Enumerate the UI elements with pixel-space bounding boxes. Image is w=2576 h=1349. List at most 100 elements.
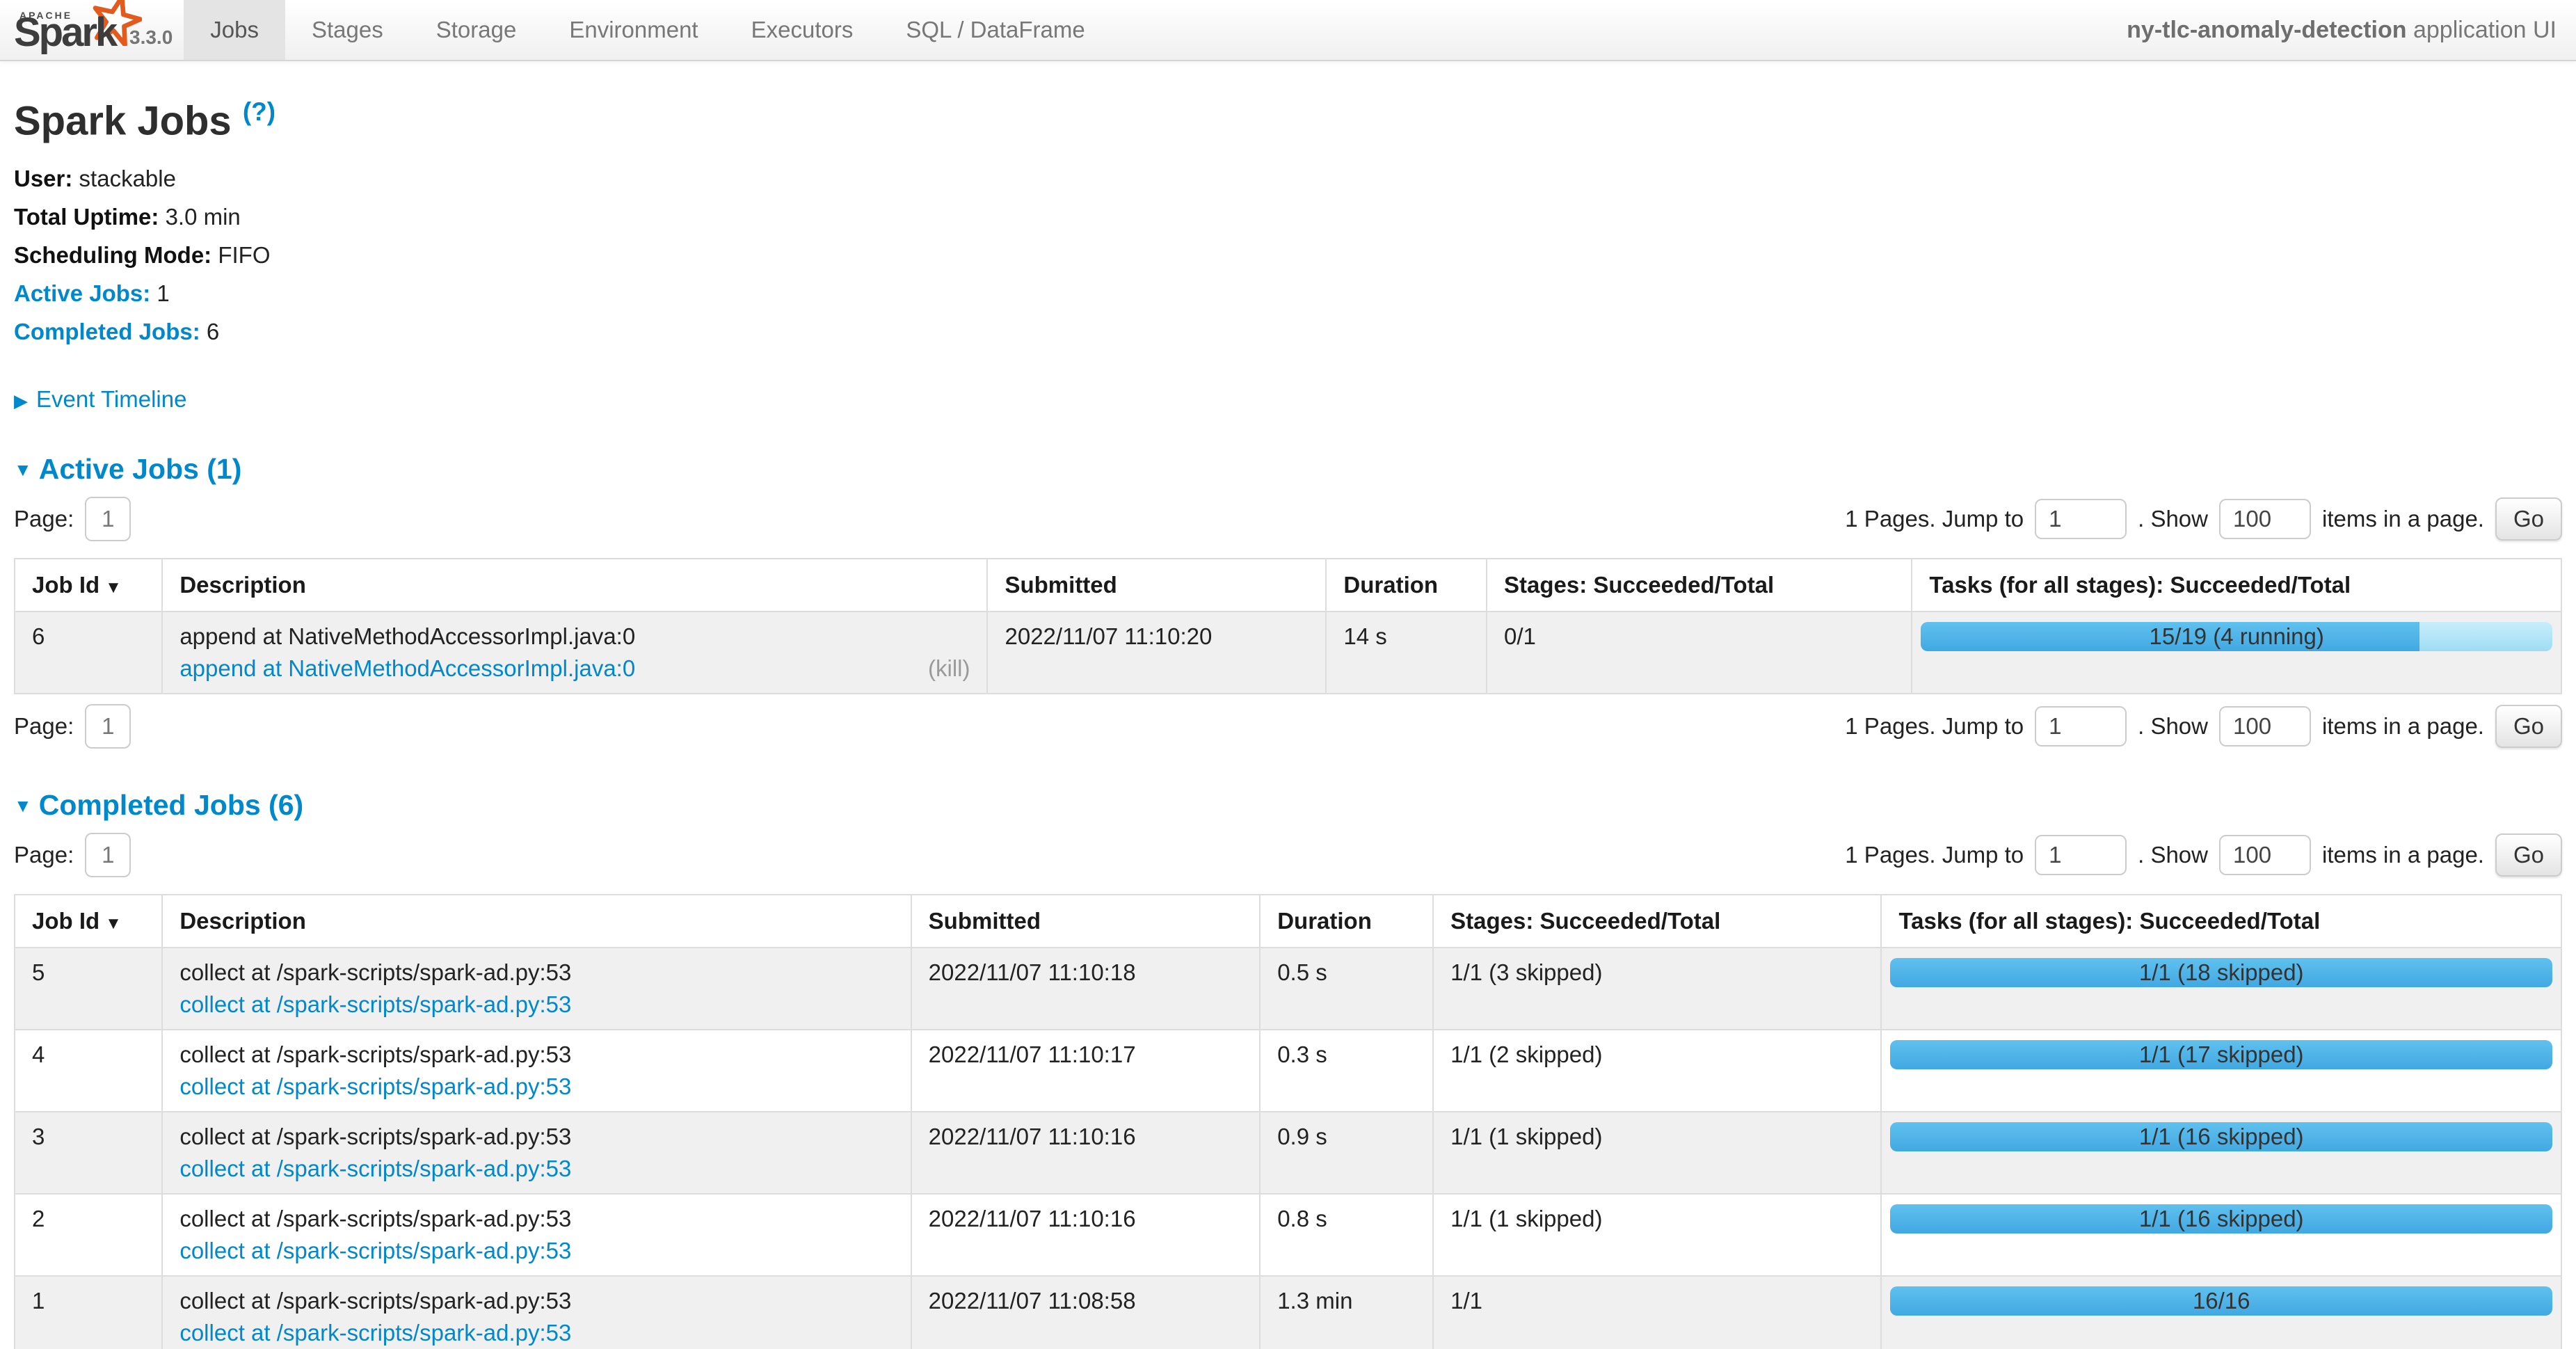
items-per-page-input[interactable]: [2219, 835, 2311, 875]
items-in-page-text: items in a page.: [2322, 506, 2484, 532]
job-duration-cell: 0.3 s: [1260, 1030, 1433, 1112]
page-selector: Page:: [14, 833, 131, 877]
go-button[interactable]: Go: [2495, 705, 2562, 748]
summary-scheduling-label: Scheduling Mode:: [14, 242, 211, 268]
summary-scheduling-mode: Scheduling Mode: FIFO: [14, 241, 2562, 269]
items-per-page-input[interactable]: [2219, 499, 2311, 539]
tab-sql-dataframe[interactable]: SQL / DataFrame: [879, 0, 1111, 60]
active-jobs-table: Job Id▼ Description Submitted Duration S…: [14, 558, 2562, 694]
application-name: ny-tlc-anomaly-detection: [2127, 17, 2406, 43]
summary-active-jobs-value: 1: [157, 280, 169, 306]
collapse-arrow-right-icon: ▶: [14, 390, 28, 412]
job-id-cell: 3: [15, 1112, 162, 1194]
job-description-link[interactable]: collect at /spark-scripts/spark-ad.py:53: [179, 1318, 571, 1348]
section-completed-jobs-heading[interactable]: ▼Completed Jobs (6): [14, 789, 2562, 822]
job-submitted-cell: 2022/11/07 11:10:18: [911, 948, 1261, 1030]
section-active-jobs-heading[interactable]: ▼Active Jobs (1): [14, 453, 2562, 486]
job-description-link[interactable]: collect at /spark-scripts/spark-ad.py:53: [179, 1154, 571, 1183]
active-jobs-pagination-bottom: Page: 1 Pages. Jump to . Show items in a…: [14, 704, 2562, 749]
header-stages[interactable]: Stages: Succeeded/Total: [1487, 559, 1912, 612]
task-progress-bar: 1/1 (18 skipped): [1890, 958, 2552, 987]
job-description-link[interactable]: collect at /spark-scripts/spark-ad.py:53: [179, 1072, 571, 1101]
jump-to-page-input[interactable]: [2035, 499, 2127, 539]
summary-uptime-value: 3.0 min: [166, 204, 241, 230]
job-description-link[interactable]: collect at /spark-scripts/spark-ad.py:53: [179, 990, 571, 1019]
job-id-cell: 5: [15, 948, 162, 1030]
job-stages-cell: 1/1 (2 skipped): [1433, 1030, 1881, 1112]
job-duration-cell: 0.9 s: [1260, 1112, 1433, 1194]
job-stages-cell: 1/1 (1 skipped): [1433, 1112, 1881, 1194]
job-description-text: collect at /spark-scripts/spark-ad.py:53: [179, 1286, 893, 1316]
event-timeline-label: Event Timeline: [36, 386, 186, 412]
job-duration-cell: 0.8 s: [1260, 1194, 1433, 1276]
jump-to-page-input[interactable]: [2035, 835, 2127, 875]
application-suffix: application UI: [2413, 17, 2557, 43]
summary-active-jobs-link[interactable]: Active Jobs:: [14, 280, 150, 306]
job-submitted-cell: 2022/11/07 11:10:17: [911, 1030, 1261, 1112]
job-description-cell: collect at /spark-scripts/spark-ad.py:53…: [162, 1112, 911, 1194]
navbar: APACHE Spark 3.3.0 Jobs Stages Storage E…: [0, 0, 2576, 61]
page-label: Page:: [14, 713, 74, 740]
progress-label: 1/1 (16 skipped): [1890, 1122, 2552, 1151]
job-stages-cell: 1/1 (1 skipped): [1433, 1194, 1881, 1276]
event-timeline-toggle[interactable]: ▶ Event Timeline: [14, 386, 2562, 413]
tab-jobs[interactable]: Jobs: [184, 0, 285, 60]
page-jump-controls: 1 Pages. Jump to . Show items in a page.…: [1845, 833, 2562, 877]
page-number-input[interactable]: [85, 704, 131, 749]
completed-jobs-table: Job Id▼ Description Submitted Duration S…: [14, 894, 2562, 1349]
header-stages[interactable]: Stages: Succeeded/Total: [1433, 895, 1881, 948]
page-jump-controls: 1 Pages. Jump to . Show items in a page.…: [1845, 497, 2562, 541]
header-job-id-label: Job Id: [32, 908, 99, 934]
job-description-link[interactable]: append at NativeMethodAccessorImpl.java:…: [179, 654, 635, 683]
job-table-row: 6 append at NativeMethodAccessorImpl.jav…: [15, 612, 2561, 694]
header-tasks[interactable]: Tasks (for all stages): Succeeded/Total: [1912, 559, 2561, 612]
help-link[interactable]: (?): [243, 97, 275, 126]
pages-count-text: 1 Pages. Jump to: [1845, 842, 2024, 868]
job-description-text: collect at /spark-scripts/spark-ad.py:53: [179, 1040, 893, 1069]
show-text: . Show: [2138, 842, 2208, 868]
header-tasks[interactable]: Tasks (for all stages): Succeeded/Total: [1881, 895, 2561, 948]
job-description-text: collect at /spark-scripts/spark-ad.py:53: [179, 958, 893, 987]
summary-uptime: Total Uptime: 3.0 min: [14, 203, 2562, 231]
tab-storage[interactable]: Storage: [410, 0, 543, 60]
items-per-page-input[interactable]: [2219, 706, 2311, 747]
kill-link[interactable]: (kill): [928, 654, 970, 683]
tab-environment[interactable]: Environment: [543, 0, 724, 60]
page-number-input[interactable]: [85, 497, 131, 541]
jump-to-page-input[interactable]: [2035, 706, 2127, 747]
summary-user-label: User:: [14, 166, 72, 191]
progress-label: 1/1 (17 skipped): [1890, 1040, 2552, 1069]
job-submitted-cell: 2022/11/07 11:10:20: [987, 612, 1326, 694]
tab-executors[interactable]: Executors: [725, 0, 880, 60]
header-description[interactable]: Description: [162, 559, 987, 612]
job-table-row: 4 collect at /spark-scripts/spark-ad.py:…: [15, 1030, 2561, 1112]
pagination-controls: Page: 1 Pages. Jump to . Show items in a…: [14, 704, 2562, 749]
pages-count-text: 1 Pages. Jump to: [1845, 713, 2024, 740]
header-submitted[interactable]: Submitted: [911, 895, 1261, 948]
page-number-input[interactable]: [85, 833, 131, 877]
header-job-id[interactable]: Job Id▼: [15, 559, 162, 612]
table-header-row: Job Id▼ Description Submitted Duration S…: [15, 895, 2561, 948]
header-job-id[interactable]: Job Id▼: [15, 895, 162, 948]
tab-stages[interactable]: Stages: [285, 0, 410, 60]
header-description[interactable]: Description: [162, 895, 911, 948]
page-selector: Page:: [14, 704, 131, 749]
task-progress-bar: 1/1 (17 skipped): [1890, 1040, 2552, 1069]
header-submitted[interactable]: Submitted: [987, 559, 1326, 612]
summary-user-value: stackable: [79, 166, 176, 191]
job-description-cell: collect at /spark-scripts/spark-ad.py:53…: [162, 948, 911, 1030]
job-id-cell: 2: [15, 1194, 162, 1276]
spark-brand-label: Spark: [14, 9, 115, 56]
header-duration[interactable]: Duration: [1326, 559, 1487, 612]
sort-desc-icon: ▼: [105, 578, 122, 597]
summary-completed-jobs-link[interactable]: Completed Jobs:: [14, 319, 200, 344]
summary-completed-jobs-value: 6: [207, 319, 219, 344]
header-duration[interactable]: Duration: [1260, 895, 1433, 948]
go-button[interactable]: Go: [2495, 833, 2562, 877]
go-button[interactable]: Go: [2495, 497, 2562, 541]
progress-label: 1/1 (18 skipped): [1890, 958, 2552, 987]
task-progress-bar: 16/16: [1890, 1286, 2552, 1316]
job-description-link[interactable]: collect at /spark-scripts/spark-ad.py:53: [179, 1236, 571, 1266]
pages-count-text: 1 Pages. Jump to: [1845, 506, 2024, 532]
job-stages-cell: 0/1: [1487, 612, 1912, 694]
